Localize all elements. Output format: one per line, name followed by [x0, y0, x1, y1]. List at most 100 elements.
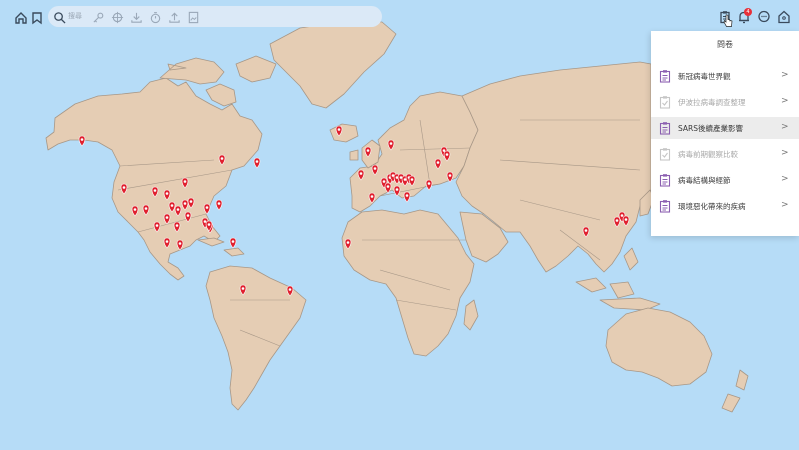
map-marker-dot — [288, 288, 292, 291]
southeast-asia-islands — [575, 247, 661, 311]
map-marker-dot — [584, 229, 588, 232]
questionnaire-item[interactable]: 病毒結構與經節 > — [651, 169, 799, 191]
chevron-right-icon[interactable]: > — [781, 174, 789, 184]
crosshair-icon[interactable] — [111, 9, 126, 24]
map-marker-dot — [122, 186, 126, 189]
clipboard-list-icon — [659, 122, 671, 135]
map-marker-dot — [176, 208, 180, 211]
map-marker-dot — [373, 167, 377, 170]
questionnaire-item[interactable]: 伊波拉病毒調查整理 > — [651, 91, 799, 113]
map-marker-dot — [155, 224, 159, 227]
home-icon[interactable] — [13, 10, 29, 26]
questionnaire-item-label: 病毒前期觀察比較 — [678, 150, 738, 159]
questionnaire-item[interactable]: 新冠病毒世界觀 > — [651, 65, 799, 87]
questionnaire-item-label: 病毒結構與經節 — [678, 176, 731, 185]
map-marker-dot — [207, 223, 211, 226]
chevron-right-icon[interactable]: > — [781, 148, 789, 158]
map-marker-dot — [241, 287, 245, 290]
map-marker-icon[interactable] — [78, 135, 86, 147]
search-input[interactable] — [68, 9, 92, 23]
map-marker-dot — [395, 188, 399, 191]
map-marker-dot — [144, 207, 148, 210]
questionnaire-item-label: 新冠病毒世界觀 — [678, 72, 731, 81]
questionnaire-item-label: 環境惡化帶來的疾病 — [678, 202, 746, 211]
clipboard-check-icon — [659, 96, 671, 109]
map-marker-dot — [448, 174, 452, 177]
location-icon[interactable] — [776, 9, 792, 25]
clipboard-list-icon — [659, 174, 671, 187]
hand-cursor-icon — [723, 14, 733, 27]
questionnaire-item[interactable]: SARS後續產業影響 > — [651, 117, 799, 139]
questionnaire-item[interactable]: 環境惡化帶來的疾病 > — [651, 195, 799, 217]
upload-icon[interactable] — [168, 9, 183, 24]
madagascar — [463, 299, 479, 331]
map-marker-icon[interactable] — [425, 179, 433, 191]
map-marker-dot — [370, 195, 374, 198]
chevron-right-icon[interactable]: > — [781, 70, 789, 80]
british-isles — [349, 139, 381, 169]
map-marker-dot — [133, 208, 137, 211]
map-marker-dot — [346, 241, 350, 244]
map-marker-dot — [366, 149, 370, 152]
questionnaire-item-label: 伊波拉病毒調查整理 — [678, 98, 746, 107]
key-icon[interactable] — [92, 9, 107, 24]
map-marker-dot — [178, 242, 182, 245]
chat-icon[interactable] — [756, 9, 772, 25]
clipboard-list-icon — [659, 200, 671, 213]
map-marker-dot — [183, 202, 187, 205]
new-zealand — [721, 369, 749, 413]
map-marker-dot — [186, 214, 190, 217]
map-marker-dot — [389, 142, 393, 145]
map-marker-dot — [165, 240, 169, 243]
map-marker-dot — [217, 202, 221, 205]
image-icon[interactable] — [187, 9, 202, 24]
map-marker-dot — [231, 240, 235, 243]
map-marker-dot — [615, 219, 619, 222]
clipboard-check-icon — [659, 148, 671, 161]
map-marker-dot — [427, 182, 431, 185]
map-marker-dot — [445, 153, 449, 156]
australia-landmass — [605, 307, 713, 387]
map-marker-icon[interactable] — [229, 237, 237, 249]
questionnaire-item[interactable]: 病毒前期觀察比較 > — [651, 143, 799, 165]
chevron-right-icon[interactable]: > — [781, 96, 789, 106]
map-marker-dot — [175, 224, 179, 227]
chevron-right-icon[interactable]: > — [781, 200, 789, 210]
map-marker-dot — [205, 206, 209, 209]
map-marker-dot — [359, 172, 363, 175]
map-marker-dot — [255, 160, 259, 163]
iceland — [329, 123, 359, 143]
map-marker-dot — [405, 194, 409, 197]
map-marker-dot — [165, 216, 169, 219]
map-marker-dot — [165, 192, 169, 195]
map-marker-dot — [170, 204, 174, 207]
map-marker-dot — [624, 218, 628, 221]
map-marker-dot — [386, 185, 390, 188]
notification-badge: 4 — [744, 8, 752, 16]
download-icon[interactable] — [130, 9, 145, 24]
bookmark-icon[interactable] — [29, 10, 45, 26]
clipboard-list-icon — [659, 70, 671, 83]
map-marker-dot — [220, 157, 224, 160]
map-marker-dot — [382, 180, 386, 183]
greenland — [269, 21, 397, 109]
map-marker-dot — [183, 180, 187, 183]
questionnaire-item-label: SARS後續產業影響 — [678, 124, 744, 133]
questionnaire-panel: 問卷 新冠病毒世界觀 > 伊波拉病毒調查整理 > SARS後續產業影響 > 病毒前期觀察比較… — [651, 31, 799, 236]
map-marker-dot — [436, 161, 440, 164]
map-marker-dot — [410, 178, 414, 181]
map-marker-icon[interactable] — [403, 191, 411, 203]
chevron-right-icon[interactable]: > — [781, 122, 789, 132]
timer-icon[interactable] — [149, 9, 164, 24]
caribbean-islands — [197, 237, 245, 257]
search-toolbar — [48, 6, 382, 27]
search-icon[interactable] — [53, 9, 68, 24]
map-marker-icon[interactable] — [253, 157, 261, 169]
panel-title: 問卷 — [717, 40, 733, 49]
map-marker-dot — [203, 220, 207, 223]
map-marker-dot — [620, 214, 624, 217]
map-marker-dot — [189, 200, 193, 203]
map-marker-icon[interactable] — [215, 199, 223, 211]
map-marker-dot — [153, 189, 157, 192]
africa-landmass — [341, 209, 475, 357]
